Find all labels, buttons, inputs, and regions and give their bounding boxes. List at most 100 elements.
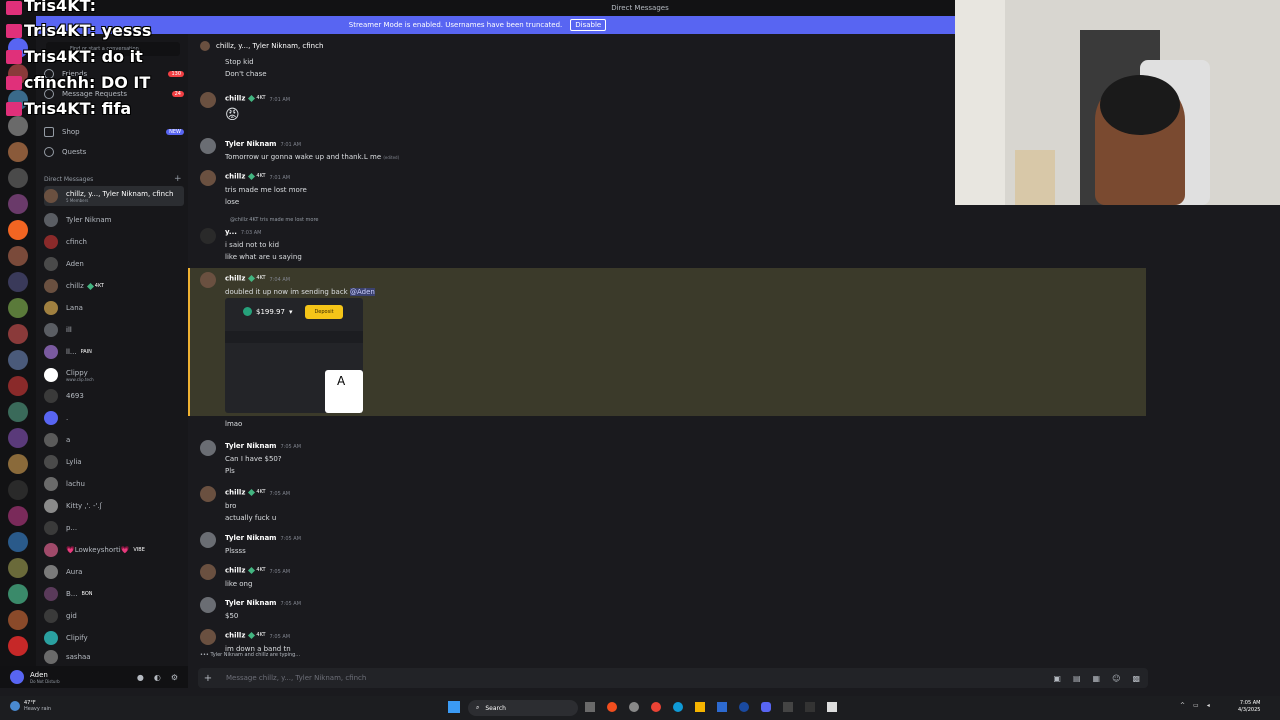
app-icon[interactable] [629,702,639,712]
dm-item[interactable]: ll... PAIN [44,342,184,362]
nav-shop[interactable]: Shop NEW [44,122,184,142]
door [955,0,1005,205]
dm-item[interactable]: a [44,430,184,450]
chevron-up-icon[interactable]: ^ [1180,702,1185,709]
dm-item[interactable]: B... BON [44,584,184,604]
avatar [44,609,58,623]
dm-item[interactable]: gid [44,606,184,626]
headphones-icon[interactable]: ◐ [154,673,161,682]
avatar[interactable] [200,228,216,244]
dm-item[interactable]: Kitty ,'. -'.ʃ [44,496,184,516]
avatar[interactable] [200,440,216,456]
server-icon[interactable] [8,220,28,240]
new-dm-icon[interactable]: + [174,174,182,184]
avatar[interactable] [200,92,216,108]
user-name: Aden [30,670,48,679]
image-attachment[interactable]: $199.97 ▾ Deposit A [225,298,363,413]
server-icon[interactable] [8,506,28,526]
server-icon[interactable] [8,272,28,292]
avatar[interactable] [200,486,216,502]
avatar[interactable] [200,629,216,645]
dm-item-group[interactable]: chillz, y..., Tyler Niknam, cfinch 5 Mem… [44,186,184,206]
dm-item[interactable]: lachu [44,474,184,494]
app-icon[interactable] [607,702,617,712]
taskbar-search[interactable]: ⌕ Search [468,700,578,716]
dm-item[interactable]: Clippy www.clip.tech [44,364,184,386]
dm-item[interactable]: Lylia [44,452,184,472]
sticker-icon[interactable]: ▦ [1093,674,1101,683]
settings-icon[interactable]: ⚙ [171,673,178,682]
task-view-icon[interactable] [585,702,595,712]
server-icon[interactable] [8,610,28,630]
server-icon[interactable] [8,558,28,578]
banner-text: Streamer Mode is enabled. Usernames have… [348,21,563,29]
mention[interactable]: @Aden [349,287,375,296]
server-icon[interactable] [8,194,28,214]
notepad-icon[interactable] [827,702,837,712]
server-icon[interactable] [8,350,28,370]
weather-widget[interactable]: 47°F Heavy rain [10,700,51,712]
dm-item[interactable]: Tyler Niknam [44,210,184,230]
server-icon[interactable] [8,402,28,422]
add-attachment-icon[interactable]: + [198,673,218,684]
avatar [44,631,58,645]
clock[interactable]: 7:05 AM 4/3/2025 [1238,700,1260,714]
server-icon[interactable] [8,142,28,162]
avatar[interactable] [10,670,24,684]
dm-item[interactable]: ill [44,320,184,340]
dm-item[interactable]: 4693 [44,386,184,406]
avatar[interactable] [200,532,216,548]
server-icon[interactable] [8,298,28,318]
reply-preview[interactable]: @chillz 4KT tris made me lost more [230,214,318,226]
dm-item[interactable]: sashaa [44,650,184,664]
emoji-icon[interactable]: ☺ [1112,674,1120,683]
gem-icon [248,274,256,282]
balance: $199.97 [256,307,285,316]
server-icon[interactable] [8,324,28,344]
windows-start-icon[interactable] [448,701,460,713]
dm-item[interactable]: 💗Lowkeyshorti💗 VIBE [44,540,184,560]
app-icon[interactable] [805,702,815,712]
gem-icon [248,566,256,574]
terminal-icon[interactable] [783,702,793,712]
dm-item[interactable]: Clipify [44,628,184,648]
microphone-icon[interactable]: ● [137,673,144,682]
app-icon[interactable] [717,702,727,712]
discord-icon[interactable] [761,702,771,712]
folder-icon[interactable] [695,702,705,712]
server-icon[interactable] [8,532,28,552]
chrome-icon[interactable] [651,702,661,712]
dm-item[interactable]: cfinch [44,232,184,252]
dm-item[interactable]: . [44,408,184,428]
network-icon[interactable]: ▭ [1193,702,1199,709]
gift-icon[interactable]: ▣ [1053,674,1061,683]
server-icon[interactable] [8,376,28,396]
server-icon[interactable] [8,584,28,604]
dm-item[interactable]: Lana [44,298,184,318]
server-icon[interactable] [8,480,28,500]
avatar[interactable] [200,272,216,288]
server-icon[interactable] [8,246,28,266]
app-icon[interactable] [739,702,749,712]
edge-icon[interactable] [673,702,683,712]
server-icon[interactable] [8,168,28,188]
nav-quests[interactable]: Quests [44,142,184,162]
server-icon[interactable] [8,454,28,474]
avatar[interactable] [200,138,216,154]
apps-icon[interactable]: ▩ [1132,674,1140,683]
right-panel [1148,205,1280,666]
disable-button[interactable]: Disable [570,19,607,31]
server-icon[interactable] [8,428,28,448]
avatar[interactable] [200,170,216,186]
gif-icon[interactable]: ▤ [1073,674,1081,683]
message-input[interactable]: + Message chillz, y..., Tyler Niknam, cf… [198,668,1148,688]
avatar[interactable] [200,564,216,580]
dm-item[interactable]: Aden [44,254,184,274]
server-icon[interactable] [8,636,28,656]
dm-item[interactable]: p... [44,518,184,538]
volume-icon[interactable]: ◂ [1207,702,1210,709]
dm-item[interactable]: Aura [44,562,184,582]
dm-item[interactable]: chillz 4KT [44,276,184,296]
avatar [44,455,58,469]
avatar[interactable] [200,597,216,613]
